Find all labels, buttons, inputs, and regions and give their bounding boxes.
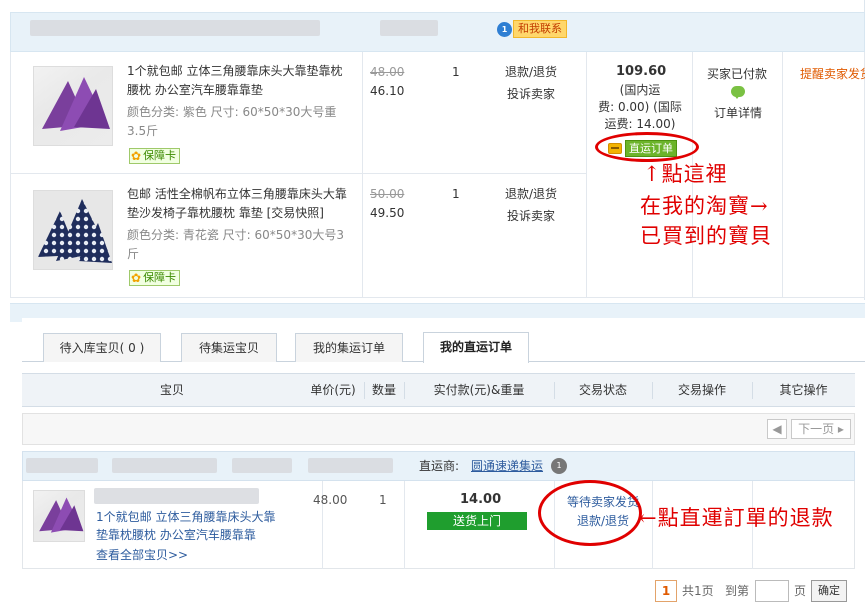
guarantee-card-badge[interactable]: ✿ 保障卡 [129, 270, 181, 286]
complain-seller-link[interactable]: 投诉卖家 [495, 205, 567, 227]
refund-return-link[interactable]: 退款/退货 [495, 61, 567, 83]
product-title-link[interactable]: 垫靠枕腰枕 办公室汽车腰靠靠 [96, 526, 256, 544]
highlight-ellipse [595, 132, 699, 162]
tab-my-consolidation-orders[interactable]: 我的集运订单 [295, 333, 403, 362]
blurred-seller-name [380, 20, 438, 36]
direct-order-panel: 待入库宝贝( 0 ) 待集运宝贝 我的集运订单 我的直运订单 宝贝 单价(元) … [22, 318, 865, 613]
original-price: 48.00 [370, 65, 405, 79]
next-page-button[interactable]: 下一页 ▸ [791, 419, 851, 439]
product-title-link[interactable]: 1个就包邮 立体三角腰靠床头大靠 [96, 508, 275, 526]
refund-return-link[interactable]: 退款/退货 [495, 183, 567, 205]
view-all-items-link[interactable]: 查看全部宝贝>> [96, 546, 188, 564]
col-item: 宝贝 [159, 383, 184, 397]
info-icon[interactable]: 1 [551, 458, 567, 474]
paid-amount: 14.00 [460, 492, 502, 507]
pager-bar: ◀ 下一页 ▸ [22, 413, 855, 445]
highlight-ellipse [538, 480, 642, 546]
quantity: 1 [452, 65, 460, 79]
international-shipping-note: 运费: 14.00) [604, 117, 676, 131]
order-total: 109.60 [616, 64, 667, 79]
total-pages: 共1页 [682, 584, 714, 598]
annotation-my-taobao: 在我的淘寶→ [640, 194, 769, 218]
flower-icon: ✿ [131, 149, 142, 163]
col-status: 交易状态 [578, 383, 627, 397]
product-attributes: 颜色分类: 青花瓷 尺寸: 60*50*30大号3斤 [127, 228, 344, 261]
col-qty: 数量 [371, 383, 396, 397]
pagination: 1 共1页 到第 页 确定 [22, 574, 855, 606]
chat-icon[interactable] [731, 86, 745, 99]
original-price: 50.00 [370, 187, 405, 201]
col-other: 其它操作 [779, 383, 828, 397]
blue-pattern-pillow-image [38, 199, 112, 263]
domestic-shipping-note: (国内运 [619, 83, 661, 97]
purple-pillow-image [39, 497, 84, 533]
contact-seller-button[interactable]: 1 和我联系 [497, 20, 567, 38]
purple-pillow-image [42, 77, 110, 131]
quantity: 1 [452, 187, 460, 201]
product-attributes: 颜色分类: 紫色 尺寸: 60*50*30大号重3.5斤 [127, 105, 337, 138]
order-tabs: 待入库宝贝( 0 ) 待集运宝贝 我的集运订单 我的直运订单 [22, 330, 865, 363]
blurred-order-info [30, 20, 320, 36]
col-action: 交易操作 [677, 383, 726, 397]
supplier-name-link[interactable]: 圆通速递集运 [471, 457, 543, 475]
order-detail-link[interactable]: 订单详情 [714, 104, 762, 121]
tab-pending-consolidation[interactable]: 待集运宝贝 [181, 333, 277, 362]
annotation-click-here: ↑點這裡 [643, 162, 728, 186]
col-unit-price: 单价(元) [310, 383, 356, 397]
column-header: 宝贝 单价(元) 数量 实付款(元)&重量 交易状态 交易操作 其它操作 [22, 373, 855, 407]
flower-icon: ✿ [131, 271, 142, 285]
unit-price: 48.00 [313, 493, 348, 507]
guarantee-card-badge[interactable]: ✿ 保障卡 [129, 148, 181, 164]
tab-pending-warehouse[interactable]: 待入库宝贝( 0 ) [43, 333, 161, 362]
confirm-page-button[interactable]: 确定 [811, 580, 847, 602]
remind-seller-link[interactable]: 提醒卖家发货 [800, 65, 865, 82]
home-delivery-badge: 送货上门 [427, 512, 527, 530]
order-status: 买家已付款 [707, 67, 768, 81]
unit-price: 46.10 [370, 84, 405, 98]
complain-seller-link[interactable]: 投诉卖家 [495, 83, 567, 105]
product-title-link[interactable]: 包邮 活性全棉帆布立体三角腰靠床头大靠垫沙发椅子靠枕腰枕 靠垫 [交易快照] [127, 185, 349, 223]
shipping-fee-note: 费: 0.00) (国际 [598, 100, 682, 114]
page-number-input[interactable] [755, 580, 789, 602]
quantity: 1 [379, 493, 387, 507]
wangwang-icon: 1 [497, 21, 512, 37]
annotation-click-refund: ←點直運訂單的退款 [639, 506, 834, 530]
prev-page-button[interactable]: ◀ [767, 419, 787, 439]
unit-price: 49.50 [370, 206, 405, 220]
supplier-label: 直运商: [419, 459, 460, 473]
product-thumbnail[interactable] [33, 66, 113, 146]
top-order-panel: 1 和我联系 1个就包邮 立体三角腰靠床头大靠垫靠枕腰枕 办公室汽车腰靠靠垫 颜… [0, 0, 865, 300]
goto-label: 到第 [725, 584, 750, 598]
product-title-link[interactable]: 1个就包邮 立体三角腰靠床头大靠垫靠枕腰枕 办公室汽车腰靠靠垫 [127, 62, 347, 100]
col-paid: 实付款(元)&重量 [433, 383, 525, 397]
current-page[interactable]: 1 [655, 580, 677, 602]
page-label: 页 [794, 584, 807, 598]
product-thumbnail[interactable] [33, 490, 85, 542]
tab-my-direct-orders[interactable]: 我的直运订单 [423, 332, 529, 363]
product-thumbnail[interactable] [33, 190, 113, 270]
annotation-bought-items: 已買到的寶貝 [640, 224, 772, 248]
contact-seller-label: 和我联系 [513, 20, 567, 38]
